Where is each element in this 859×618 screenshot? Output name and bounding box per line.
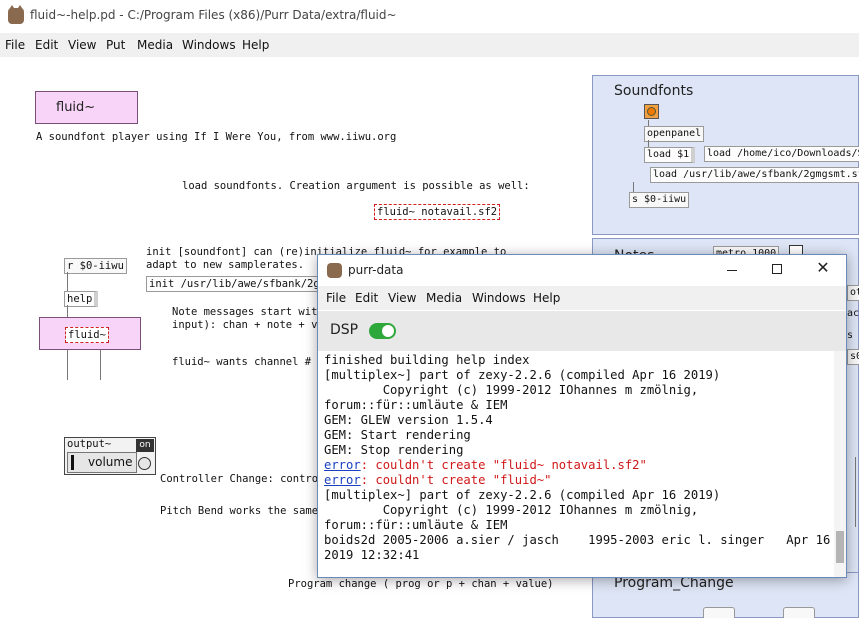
purr-data-cat-icon (327, 263, 342, 278)
console-title: purr-data (348, 263, 404, 277)
load-s1-message[interactable]: load $1 (644, 147, 696, 163)
load-soundfonts-comment: load soundfonts. Creation argument is po… (182, 180, 530, 192)
console-error-line: error: couldn't create "fluid~ notavail.… (324, 458, 834, 473)
console-menu-windows[interactable]: Windows (472, 291, 526, 305)
close-icon: ✕ (816, 258, 830, 277)
console-line: 2019 12:32:41 (324, 548, 420, 562)
dsp-bar: DSP (318, 311, 846, 351)
openpanel-object[interactable]: openpanel (644, 126, 705, 142)
console-titlebar: purr-data ✕ (318, 255, 846, 285)
receive-object[interactable]: r $0-iiwu (64, 258, 127, 274)
console-line: [multiplex~] part of zexy-2.2.6 (compile… (324, 368, 721, 382)
console-menu-file[interactable]: File (326, 291, 346, 305)
bang-circle[interactable] (138, 457, 151, 470)
notes-comment-line1: Note messages start with (172, 306, 324, 318)
maximize-icon (772, 264, 782, 274)
menu-media[interactable]: Media (137, 38, 173, 52)
notes-fragment: ote (847, 285, 859, 301)
purr-data-cat-icon (8, 5, 24, 24)
wire (633, 182, 634, 192)
wire (648, 120, 649, 126)
window-titlebar: fluid~-help.pd - C:/Program Files (x86)/… (0, 0, 859, 32)
bang-button[interactable] (644, 104, 659, 119)
menu-edit[interactable]: Edit (35, 38, 58, 52)
output-label: output~ (67, 438, 112, 450)
init-comment-line2: adapt to new samplerates. (146, 259, 305, 271)
fluid-notavail-object[interactable]: fluid~ notavail.sf2 (374, 204, 501, 220)
close-button[interactable]: ✕ (814, 259, 832, 277)
menu-bar: File Edit View Put Media Windows Help (0, 33, 859, 57)
dsp-toggle-knob (382, 325, 394, 337)
console-menu-bar: File Edit View Media Windows Help (318, 286, 846, 310)
load-usr-message[interactable]: load /usr/lib/awe/sfbank/2gmgsmt.sf (650, 167, 859, 183)
wire (67, 272, 68, 291)
slider-edge (855, 457, 859, 527)
notes-comment-line2: input): chan + note + ve (172, 319, 324, 331)
menu-help[interactable]: Help (242, 38, 269, 52)
console-line: Copyright (c) 1999-2012 IOhannes m zmöln… (324, 503, 699, 517)
soundfonts-subpatch[interactable]: Soundfonts openpanel load $1 load /home/… (592, 75, 859, 235)
program-change-comment: Program change ( prog or p + chan + valu… (288, 578, 554, 590)
console-line: GEM: Stop rendering (324, 443, 464, 457)
console-error-line: error: couldn't create "fluid~" (324, 473, 834, 488)
wire (648, 140, 649, 147)
notes-fragment: s (847, 330, 854, 341)
output-gop[interactable]: output~ on volume (64, 437, 156, 475)
console-menu-help[interactable]: Help (533, 291, 560, 305)
dsp-toggle[interactable] (369, 323, 396, 339)
pitch-bend-comment: Pitch Bend works the same: (160, 505, 325, 517)
console-error-link[interactable]: error (324, 458, 361, 472)
header-box: fluid~ (35, 91, 138, 124)
console-line: [multiplex~] part of zexy-2.2.6 (compile… (324, 488, 721, 502)
number-box[interactable] (783, 607, 815, 618)
header-box-label: fluid~ (56, 100, 96, 115)
volume-slider-handle[interactable] (71, 455, 74, 470)
console-output[interactable]: finished building help index [multiplex~]… (324, 351, 834, 573)
help-message[interactable]: help (64, 291, 99, 307)
volume-slider[interactable]: volume (67, 452, 137, 473)
purr-data-console-window[interactable]: purr-data ✕ File Edit View Media Windows… (317, 254, 847, 578)
console-line: forum::für::umläute & IEM (324, 398, 508, 412)
console-line: boids2d 2005-2006 a.sier / jasch 1995-20… (324, 533, 831, 547)
console-menu-edit[interactable]: Edit (355, 291, 378, 305)
channel-comment: fluid~ wants channel # f (172, 356, 324, 368)
on-toggle[interactable]: on (136, 439, 154, 452)
console-menu-media[interactable]: Media (426, 291, 462, 305)
console-line: forum::für::umläute & IEM (324, 518, 508, 532)
notes-fragment: s0 (847, 349, 859, 365)
console-error-message: : couldn't create "fluid~ notavail.sf2" (360, 458, 647, 472)
console-scrollbar-thumb[interactable] (836, 531, 844, 563)
console-lines: finished building help index [multiplex~]… (324, 353, 834, 563)
console-menu-view[interactable]: View (388, 291, 416, 305)
description-comment: A soundfont player using If I Were You, … (36, 131, 397, 143)
menu-put[interactable]: Put (106, 38, 125, 52)
init-message[interactable]: init /usr/lib/awe/sfbank/2gmgsmt.sf2 (146, 276, 326, 292)
console-error-message: : couldn't create "fluid~" (360, 473, 552, 487)
console-error-link[interactable]: error (324, 473, 361, 487)
maximize-button[interactable] (769, 261, 787, 279)
console-line: finished building help index (324, 353, 530, 367)
program-change-subpatch[interactable]: Program_Change (592, 572, 859, 618)
menu-windows[interactable]: Windows (182, 38, 236, 52)
minimize-icon (727, 270, 737, 271)
bang-icon (647, 107, 656, 116)
notes-fragment: ack (847, 308, 859, 319)
load-home-message[interactable]: load /home/ico/Downloads/S (704, 146, 859, 162)
menu-file[interactable]: File (5, 38, 25, 52)
minimize-button[interactable] (723, 261, 741, 279)
console-line: GEM: Start rendering (324, 428, 471, 442)
fluid-object[interactable]: fluid~ (65, 327, 109, 343)
console-line: GEM: GLEW version 1.5.4 (324, 413, 493, 427)
dsp-label: DSP (330, 322, 359, 338)
controller-change-comment: Controller Change: control (160, 473, 325, 485)
console-line: Copyright (c) 1999-2012 IOhannes m zmöln… (324, 383, 699, 397)
window-title: fluid~-help.pd - C:/Program Files (x86)/… (30, 8, 397, 22)
soundfonts-title: Soundfonts (614, 83, 694, 99)
number-box[interactable] (703, 607, 735, 618)
send-object[interactable]: s $0-iiwu (629, 192, 690, 208)
console-scrollbar[interactable] (834, 351, 846, 577)
menu-view[interactable]: View (68, 38, 96, 52)
volume-label: volume (88, 455, 133, 469)
